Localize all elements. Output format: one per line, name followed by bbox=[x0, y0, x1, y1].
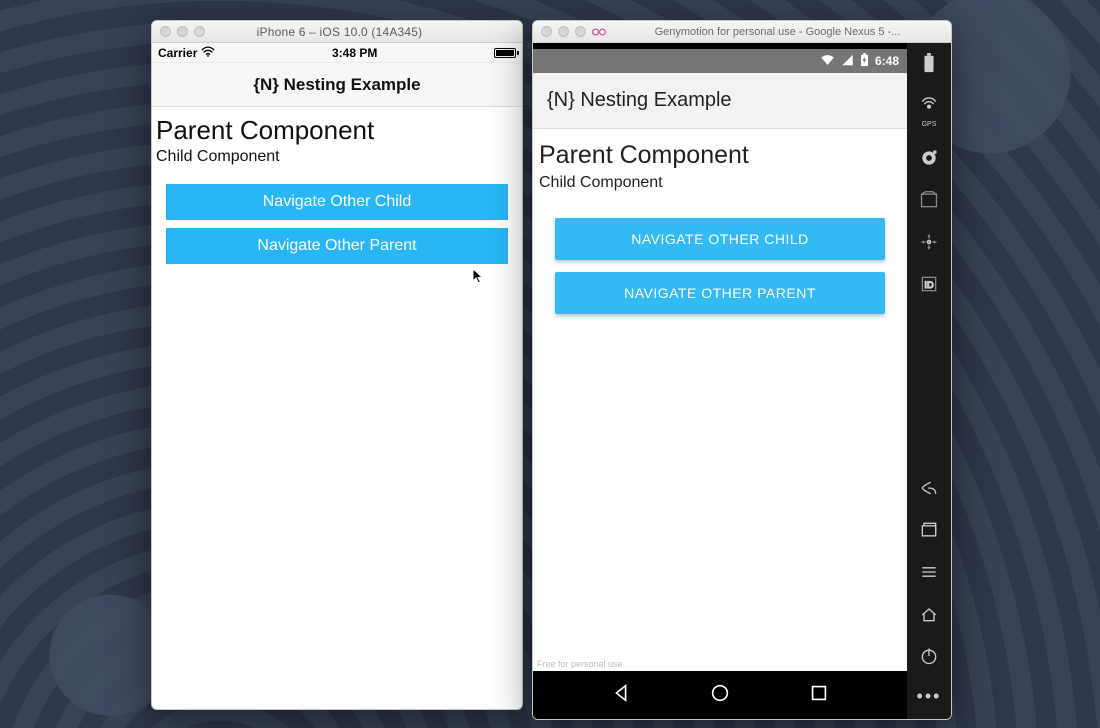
app-title: {N} Nesting Example bbox=[547, 89, 732, 112]
wifi-icon bbox=[201, 45, 215, 60]
child-heading: Child Component bbox=[533, 170, 907, 206]
window-traffic-lights[interactable] bbox=[160, 26, 205, 37]
genymotion-toolbar: GPS ID bbox=[907, 43, 951, 719]
menu-icon[interactable] bbox=[917, 560, 941, 584]
battery-tool-icon[interactable] bbox=[917, 51, 941, 75]
power-icon[interactable] bbox=[917, 644, 941, 668]
recents-button[interactable] bbox=[808, 682, 830, 709]
navigate-other-child-button[interactable]: NAVIGATE OTHER CHILD bbox=[555, 218, 885, 260]
battery-icon bbox=[494, 48, 516, 58]
app-title: {N} Nesting Example bbox=[253, 75, 420, 95]
parent-heading: Parent Component bbox=[533, 137, 907, 170]
battery-charging-icon bbox=[860, 53, 869, 70]
home-icon[interactable] bbox=[917, 602, 941, 626]
close-dot[interactable] bbox=[160, 26, 171, 37]
cell-signal-icon bbox=[841, 54, 854, 69]
genymotion-window: Genymotion for personal use - Google Nex… bbox=[532, 20, 952, 720]
gps-label: GPS bbox=[922, 121, 937, 128]
ios-status-bar: Carrier 3:48 PM bbox=[152, 43, 522, 63]
remote-tool-icon[interactable] bbox=[917, 230, 941, 254]
android-status-bar: 6:48 bbox=[533, 49, 907, 73]
ios-clock: 3:48 PM bbox=[332, 46, 377, 60]
child-heading: Child Component bbox=[152, 146, 522, 176]
genymotion-watermark: Free for personal use bbox=[537, 659, 623, 669]
minimize-dot[interactable] bbox=[177, 26, 188, 37]
ios-window-title: iPhone 6 – iOS 10.0 (14A345) bbox=[211, 25, 468, 39]
home-button[interactable] bbox=[709, 682, 731, 709]
back-button[interactable] bbox=[610, 682, 632, 709]
carrier-label: Carrier bbox=[158, 46, 197, 60]
genymotion-logo-icon bbox=[592, 27, 606, 37]
android-app-bar: {N} Nesting Example bbox=[533, 73, 907, 129]
android-window-title: Genymotion for personal use - Google Nex… bbox=[612, 26, 943, 38]
identifiers-tool-icon[interactable]: ID bbox=[917, 272, 941, 296]
navigate-other-parent-button[interactable]: Navigate Other Parent bbox=[166, 228, 508, 264]
svg-text:ID: ID bbox=[924, 280, 934, 290]
android-back-icon[interactable] bbox=[917, 476, 941, 500]
wifi-icon bbox=[820, 54, 835, 69]
parent-heading: Parent Component bbox=[152, 113, 522, 146]
ios-app-navbar: {N} Nesting Example bbox=[152, 63, 522, 107]
minimize-dot[interactable] bbox=[558, 26, 569, 37]
capture-tool-icon[interactable] bbox=[917, 188, 941, 212]
android-app-content: Parent Component Child Component NAVIGAT… bbox=[533, 129, 907, 671]
navigate-other-parent-button[interactable]: NAVIGATE OTHER PARENT bbox=[555, 272, 885, 314]
more-icon[interactable]: ••• bbox=[917, 686, 942, 707]
zoom-dot[interactable] bbox=[194, 26, 205, 37]
ios-simulator-window: iPhone 6 – iOS 10.0 (14A345) Carrier 3:4… bbox=[151, 20, 523, 710]
recent-apps-icon[interactable] bbox=[917, 518, 941, 542]
ios-window-titlebar[interactable]: iPhone 6 – iOS 10.0 (14A345) bbox=[152, 21, 522, 43]
android-clock: 6:48 bbox=[875, 54, 899, 68]
zoom-dot[interactable] bbox=[575, 26, 586, 37]
gps-tool-icon[interactable] bbox=[917, 93, 941, 117]
window-traffic-lights[interactable] bbox=[541, 26, 586, 37]
android-system-navbar bbox=[533, 671, 907, 719]
camera-tool-icon[interactable] bbox=[917, 146, 941, 170]
close-dot[interactable] bbox=[541, 26, 552, 37]
android-device-frame: 6:48 {N} Nesting Example Parent Componen… bbox=[533, 43, 907, 719]
android-window-titlebar[interactable]: Genymotion for personal use - Google Nex… bbox=[533, 21, 951, 43]
navigate-other-child-button[interactable]: Navigate Other Child bbox=[166, 184, 508, 220]
ios-app-content: Parent Component Child Component Navigat… bbox=[152, 107, 522, 709]
